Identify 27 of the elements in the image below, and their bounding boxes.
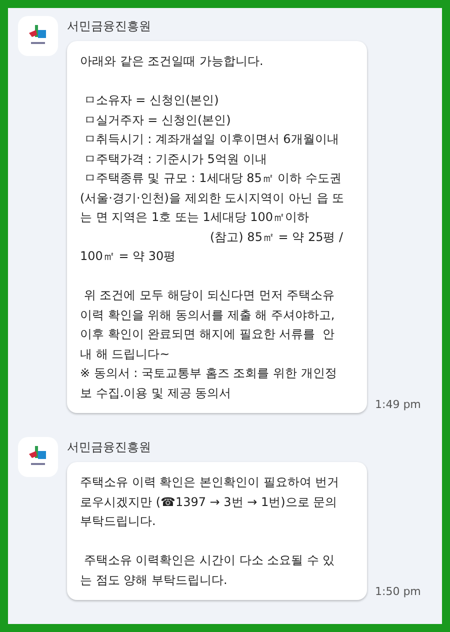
message-line: 주택소유 이력확인은 시간이 다소 소요될 수 있 (82, 552, 336, 569)
logo-icon (28, 25, 48, 47)
message-line: 100㎡ = 약 30평 (80, 248, 177, 265)
message-line: ㅁ주택가격 : 기준시가 5억원 이내 (82, 150, 268, 168)
message-line: 보 수집.이용 및 제공 동의서 (80, 384, 232, 402)
message-line: 이력 확인을 위해 동의서를 제출 해 주셔야하고, (80, 306, 336, 324)
message-line: ㅁ취득시기 : 계좌개설일 이후이면서 6개월이내 (82, 131, 340, 148)
message-line: 내 해 드립니다~ (80, 346, 171, 362)
message-line: ㅁ실거주자 = 신청인(본인) (82, 112, 232, 128)
message-line: (서울·경기·인천)을 제외한 도시지역이 아닌 읍 또 (80, 190, 346, 206)
message-line: ※ 동의서 : 국토교통부 홈즈 조회를 위한 개인정 (80, 365, 338, 382)
message-line: (참고) 85㎡ = 약 25평 / (209, 228, 344, 246)
message-line: 는 면 지역은 1호 또는 1세대당 100㎡이하 (80, 209, 310, 226)
timestamp: 1:50 pm (375, 585, 421, 598)
message-line: 로우시겠지만 (☎1397 → 3번 → 1번)으로 문의 (80, 494, 338, 510)
timestamp: 1:49 pm (375, 398, 421, 411)
message-line: 위 조건에 모두 해당이 되신다면 먼저 주택소유 (82, 287, 336, 304)
message-line: 는 점도 양해 부탁드립니다. (80, 572, 228, 588)
message-line: 주택소유 이력 확인은 본인확인이 필요하여 번거 (80, 474, 340, 491)
logo-icon (28, 446, 48, 468)
message-line: 부탁드립니다. (80, 513, 157, 530)
message-line: 이후 확인이 완료되면 해지에 필요한 서류를 안 (80, 326, 336, 343)
sender-name: 서민금융진흥원 (67, 439, 152, 456)
message-line: ㅁ주택종류 및 규모 : 1세대당 85㎡ 이하 수도권 (82, 170, 342, 187)
sender-name: 서민금융진흥원 (67, 18, 152, 35)
message-line: ㅁ소유자 = 신청인(본인) (82, 92, 220, 109)
message-line: 아래와 같은 조건일때 가능합니다. (80, 53, 264, 70)
